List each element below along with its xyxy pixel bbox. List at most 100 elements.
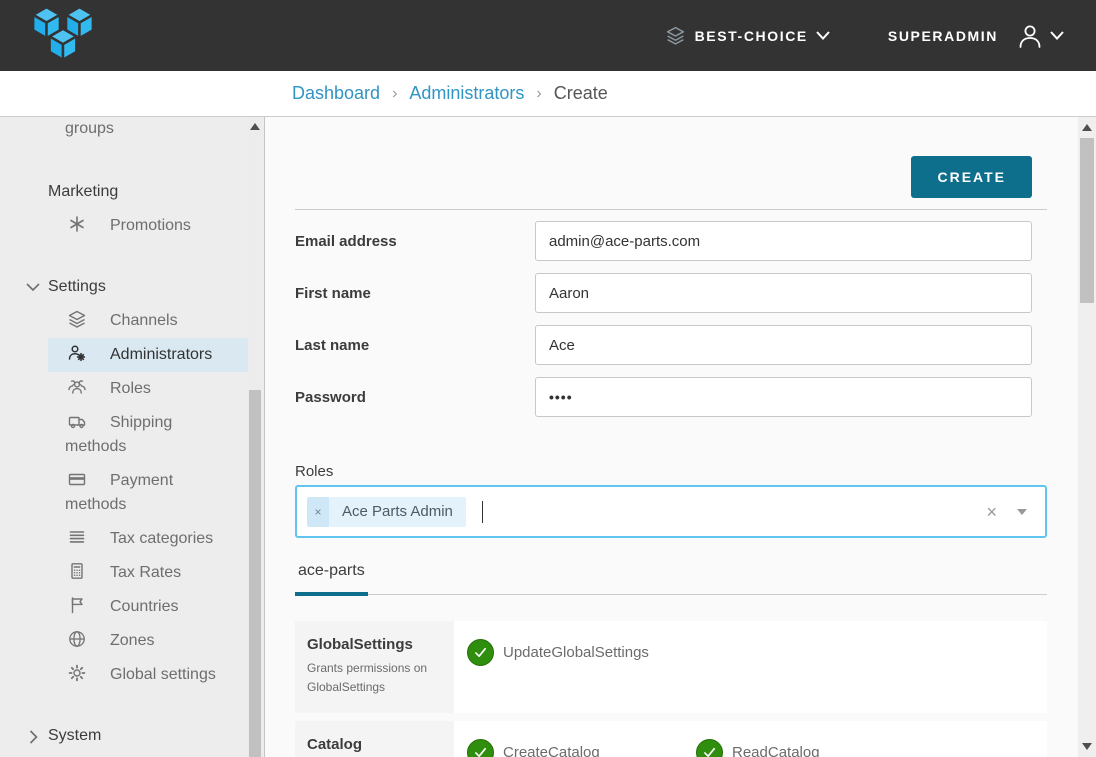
sidebar-item-tax-categories[interactable]: Tax categories	[48, 522, 248, 556]
permission-group-description: Grants permissions on GlobalSettings	[307, 659, 442, 697]
divider	[295, 209, 1047, 210]
email-address-label: Email address	[295, 233, 535, 250]
breadcrumb-create: Create	[554, 83, 608, 104]
roles-select[interactable]: × Ace Parts Admin ×	[295, 485, 1047, 538]
sidebar-item-countries[interactable]: Countries	[48, 590, 248, 624]
password-field[interactable]	[535, 377, 1032, 417]
sidebar-item-customer-groups[interactable]: Customer groups	[48, 117, 248, 146]
sidebar-item-tax-rates[interactable]: Tax Rates	[48, 556, 248, 590]
scroll-down-arrow[interactable]	[1082, 743, 1092, 750]
top-bar: BEST-CHOICE SUPERADMIN	[0, 0, 1096, 71]
nav-section-marketing: Marketing	[0, 180, 248, 204]
table-row: Catalog Grants permissions on Products, …	[295, 721, 1047, 757]
layers-icon	[665, 25, 686, 46]
sidebar-item-administrators[interactable]: Administrators	[48, 338, 248, 372]
check-circle-icon	[467, 739, 494, 757]
permissions-table: GlobalSettings Grants permissions on Glo…	[295, 621, 1047, 757]
sidebar-item-payment-methods[interactable]: Payment methods	[48, 464, 248, 522]
sidebar-item-label: Channels	[110, 312, 178, 329]
permission-group-name: GlobalSettings	[307, 636, 442, 653]
scrollbar-thumb[interactable]	[249, 390, 261, 757]
permission-group-name: Catalog	[307, 736, 442, 753]
channel-switcher[interactable]: BEST-CHOICE	[665, 25, 830, 46]
vendure-logo[interactable]	[28, 6, 98, 68]
section-header-label: System	[48, 727, 101, 744]
role-chip: × Ace Parts Admin	[307, 497, 466, 527]
select-clear-icon[interactable]: ×	[986, 503, 997, 521]
sidebar-item-shipping-methods[interactable]: Shipping methods	[48, 406, 248, 464]
flag-icon	[67, 595, 87, 615]
section-header-label: Settings	[48, 278, 106, 295]
permission-items-cell: CreateCatalog ReadCatalog UpdateCatalog	[454, 721, 1047, 757]
sidebar-item-label: Roles	[110, 380, 151, 397]
scroll-up-arrow[interactable]	[1082, 124, 1092, 131]
check-circle-icon	[467, 639, 494, 666]
main-content: CREATE Email address First name Last nam…	[265, 117, 1078, 757]
sidebar-item-zones[interactable]: Zones	[48, 624, 248, 658]
sidebar-item-label: Tax categories	[110, 530, 213, 547]
first-name-label: First name	[295, 285, 535, 302]
email-address-field[interactable]	[535, 221, 1032, 261]
scrollbar-thumb[interactable]	[1080, 138, 1094, 303]
last-name-label: Last name	[295, 337, 535, 354]
users-group-icon	[67, 377, 87, 397]
sidebar-item-label: Promotions	[110, 217, 191, 234]
last-name-field[interactable]	[535, 325, 1032, 365]
breadcrumb-separator: ›	[536, 85, 541, 103]
chip-remove-icon[interactable]: ×	[307, 497, 329, 527]
chevron-down-icon	[1050, 31, 1064, 40]
select-caret-icon[interactable]	[1017, 509, 1027, 515]
breadcrumb-administrators[interactable]: Administrators	[409, 83, 524, 104]
first-name-field[interactable]	[535, 273, 1032, 313]
chevron-down-icon	[26, 281, 40, 293]
table-row: GlobalSettings Grants permissions on Glo…	[295, 621, 1047, 713]
layers-icon	[67, 309, 87, 329]
scroll-up-arrow[interactable]	[250, 123, 260, 130]
sidebar-item-label: Tax Rates	[110, 564, 181, 581]
sidebar-item-label: Administrators	[110, 346, 212, 363]
sidebar-item-label: Customer groups	[65, 117, 179, 137]
permission-toggle[interactable]: CreateCatalog	[467, 739, 696, 757]
administrator-form: Email address First name Last name Passw…	[295, 221, 1047, 417]
sidebar-item-promotions[interactable]: Promotions	[48, 209, 248, 243]
permission-label: ReadCatalog	[732, 744, 820, 757]
world-icon	[67, 629, 87, 649]
sidebar-item-label: Countries	[110, 598, 178, 615]
permission-group-cell: Catalog Grants permissions on Products, …	[295, 721, 454, 757]
user-menu[interactable]: SUPERADMIN	[888, 22, 1064, 50]
permission-label: CreateCatalog	[503, 744, 600, 757]
text-cursor	[482, 501, 483, 523]
password-label: Password	[295, 389, 535, 406]
administrator-icon	[67, 343, 87, 363]
sidebar-nav: Customer groups Marketing Promotions Set…	[0, 117, 265, 757]
chevron-right-icon	[29, 730, 38, 744]
sidebar-item-roles[interactable]: Roles	[48, 372, 248, 406]
asterisk-icon	[67, 214, 87, 234]
credit-card-icon	[67, 469, 87, 489]
permission-toggle[interactable]: UpdateGlobalSettings	[467, 639, 696, 666]
person-icon	[1016, 22, 1044, 50]
check-circle-icon	[696, 739, 723, 757]
sidebar-item-global-settings[interactable]: Global settings	[48, 658, 248, 692]
permission-label: UpdateGlobalSettings	[503, 644, 649, 661]
create-button[interactable]: CREATE	[911, 156, 1032, 198]
sidebar-scroll-area: Customer groups Marketing Promotions Set…	[0, 117, 248, 757]
sidebar-item-label: Global settings	[110, 666, 216, 683]
nav-section-settings[interactable]: Settings	[0, 275, 248, 299]
breadcrumb: Dashboard › Administrators › Create	[0, 71, 1096, 117]
tab-ace-parts[interactable]: ace-parts	[295, 558, 368, 596]
permission-group-cell: GlobalSettings Grants permissions on Glo…	[295, 621, 454, 713]
roles-block: Roles × Ace Parts Admin ×	[295, 463, 1047, 538]
cog-icon	[67, 663, 87, 683]
permission-items-cell: UpdateGlobalSettings	[454, 621, 1047, 713]
breadcrumb-dashboard[interactable]: Dashboard	[292, 83, 380, 104]
chevron-down-icon	[816, 31, 830, 40]
nav-section-system[interactable]: System	[0, 724, 248, 748]
sidebar-item-channels[interactable]: Channels	[48, 304, 248, 338]
section-header-label: Marketing	[48, 183, 118, 200]
breadcrumb-separator: ›	[392, 85, 397, 103]
sidebar-item-label: Zones	[110, 632, 154, 649]
channel-label: BEST-CHOICE	[695, 28, 808, 44]
permission-toggle[interactable]: ReadCatalog	[696, 739, 925, 757]
truck-icon	[67, 411, 87, 431]
